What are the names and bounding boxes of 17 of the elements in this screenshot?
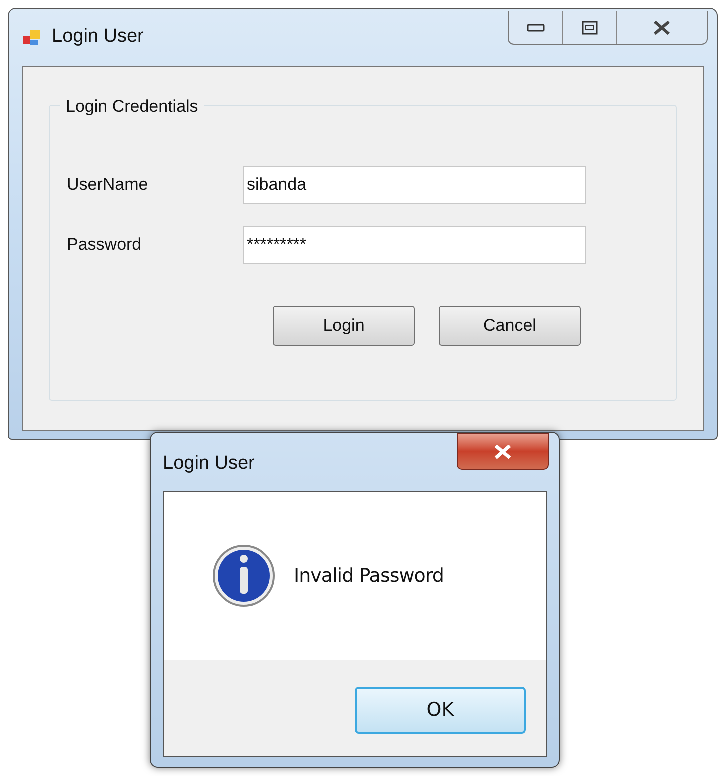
minimize-icon [526, 24, 544, 32]
info-icon [212, 544, 276, 608]
maximize-icon [582, 20, 598, 34]
window-title: Login User [52, 25, 144, 50]
text-field[interactable]: sibanda [243, 166, 586, 204]
close-icon [494, 444, 512, 458]
app-icon [22, 28, 42, 48]
field-label: UserName [67, 174, 150, 196]
ok-button[interactable]: OK [355, 687, 526, 734]
close-icon [653, 20, 671, 34]
form-button[interactable]: Cancel [439, 306, 581, 346]
close-button[interactable] [457, 433, 549, 470]
text-field[interactable]: ********* [243, 226, 586, 264]
field-label: Password [67, 234, 143, 256]
dialog-message: Invalid Password [294, 564, 444, 589]
dialog-title: Login User [163, 452, 255, 476]
form-button[interactable]: Login [273, 306, 415, 346]
